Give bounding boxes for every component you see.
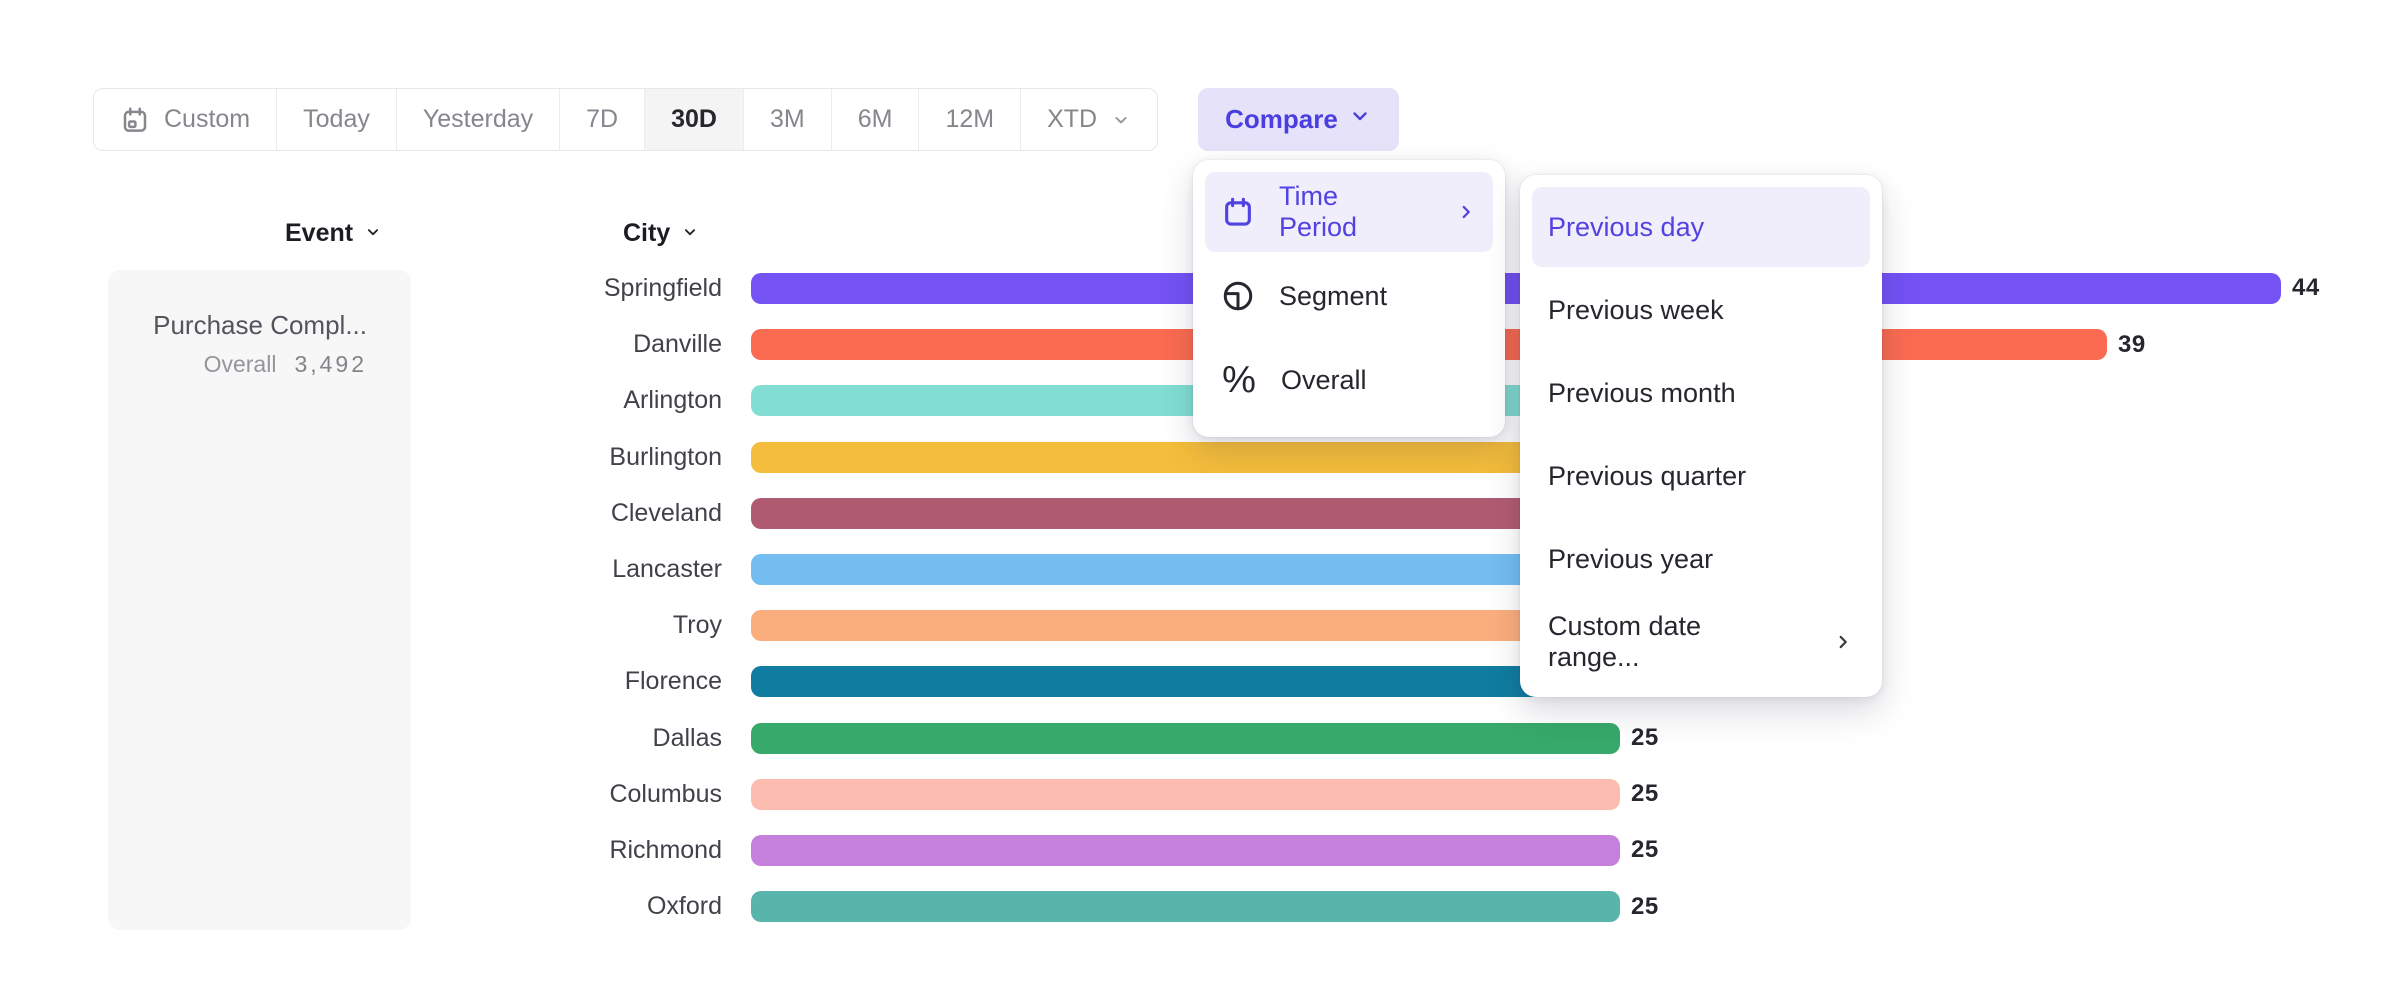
bar-columbus[interactable] [751, 779, 1620, 810]
chevron-down-icon [364, 219, 382, 248]
bar-category-label: Troy [400, 611, 722, 640]
calendar-icon [1221, 195, 1255, 229]
analytics-report-screen: CustomTodayYesterday7D30D3M6M12MXTD Comp… [0, 0, 2394, 1004]
time-period-submenu: Previous day Previous week Previous month P… [1520, 175, 1882, 697]
menu-item-label: Segment [1279, 281, 1387, 312]
percent-icon: % [1221, 361, 1257, 399]
chevron-right-icon [1832, 631, 1854, 653]
menu-item-label: Previous month [1548, 378, 1736, 409]
chevron-right-icon [1455, 201, 1477, 223]
toolbar-item-label: Today [303, 105, 370, 134]
overall-label: Overall [204, 351, 277, 378]
bar-dallas[interactable] [751, 723, 1620, 754]
bar-value-label: 25 [1631, 780, 1659, 808]
menu-item-label: Overall [1281, 365, 1367, 396]
event-card-title: Purchase Compl... [128, 310, 367, 341]
bar-oxford[interactable] [751, 891, 1620, 922]
compare-menu-item-segment[interactable]: Segment [1205, 256, 1493, 336]
chart-row-lancaster: Lancaster [400, 541, 2394, 598]
bar-value-label: 25 [1631, 724, 1659, 752]
event-column-label: Event [285, 219, 353, 248]
event-column-header[interactable]: Event [285, 219, 382, 248]
bar-category-label: Springfield [400, 274, 722, 303]
bar-category-label: Columbus [400, 780, 722, 809]
chevron-down-icon [364, 223, 382, 241]
pie-segment-icon [1221, 279, 1255, 313]
compare-dropdown-menu: Time Period Segment% Overall [1193, 160, 1505, 437]
bar-category-label: Lancaster [400, 555, 722, 584]
submenu-item-custom-date-range-[interactable]: Custom date range... [1532, 602, 1870, 682]
bar-category-label: Dallas [400, 724, 722, 753]
menu-item-label: Custom date range... [1548, 611, 1784, 673]
compare-menu-item-time-period[interactable]: Time Period [1205, 172, 1493, 252]
bar-category-label: Danville [400, 330, 722, 359]
bar-value-label: 25 [1631, 836, 1659, 864]
bar-category-label: Florence [400, 667, 722, 696]
chart-row-columbus: Columbus 25 [400, 766, 2394, 823]
compare-menu-item-overall[interactable]: % Overall [1205, 340, 1493, 420]
bar-springfield[interactable] [751, 273, 2281, 304]
chart-row-burlington: Burlington [400, 429, 2394, 486]
bar-value-label: 39 [2118, 331, 2146, 359]
bar-chart: Springfield 44 Danville 39 Arlington Burlingt… [400, 0, 2394, 1004]
calendar-icon [120, 105, 150, 135]
chart-row-florence: Florence [400, 653, 2394, 710]
bar-category-label: Cleveland [400, 499, 722, 528]
event-card[interactable]: Purchase Compl... Overall 3,492 [108, 270, 411, 930]
menu-item-label: Previous day [1548, 212, 1704, 243]
toolbar-item-label: Custom [164, 105, 250, 134]
chart-row-dallas: Dallas 25 [400, 710, 2394, 767]
menu-item-label: Previous week [1548, 295, 1724, 326]
submenu-item-previous-month[interactable]: Previous month [1532, 353, 1870, 433]
menu-item-label: Previous year [1548, 544, 1713, 575]
bar-category-label: Burlington [400, 443, 722, 472]
submenu-item-previous-year[interactable]: Previous year [1532, 519, 1870, 599]
bar-category-label: Richmond [400, 836, 722, 865]
toolbar-item-today[interactable]: Today [276, 89, 396, 150]
bar-richmond[interactable] [751, 835, 1620, 866]
event-card-overall: Overall 3,492 [128, 351, 367, 378]
bar-category-label: Arlington [400, 386, 722, 415]
toolbar-item-custom[interactable]: Custom [94, 89, 276, 150]
bar-value-label: 44 [2292, 274, 2320, 302]
overall-value: 3,492 [294, 351, 367, 378]
bar-category-label: Oxford [400, 892, 722, 921]
chart-row-oxford: Oxford 25 [400, 878, 2394, 935]
chart-row-richmond: Richmond 25 [400, 822, 2394, 879]
menu-item-label: Time Period [1279, 181, 1407, 243]
chart-row-cleveland: Cleveland [400, 485, 2394, 542]
menu-item-label: Previous quarter [1548, 461, 1746, 492]
submenu-item-previous-week[interactable]: Previous week [1532, 270, 1870, 350]
bar-value-label: 25 [1631, 893, 1659, 921]
submenu-item-previous-day[interactable]: Previous day [1532, 187, 1870, 267]
submenu-item-previous-quarter[interactable]: Previous quarter [1532, 436, 1870, 516]
chart-row-troy: Troy [400, 597, 2394, 654]
